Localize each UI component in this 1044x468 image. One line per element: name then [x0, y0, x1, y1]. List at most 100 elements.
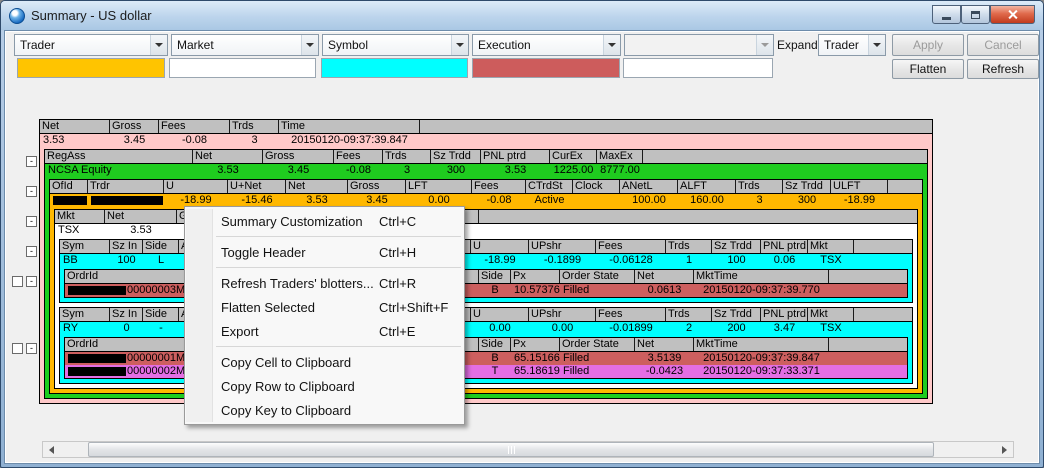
column-header[interactable]: Trds	[666, 308, 712, 321]
column-header[interactable]: Fees	[596, 308, 666, 321]
menu-item[interactable]: Copy Row to Clipboard	[186, 374, 463, 398]
column-header[interactable]: Net	[286, 180, 348, 193]
column-header[interactable]: OfId	[50, 180, 88, 193]
column-header[interactable]: LFT	[406, 180, 472, 193]
column-header[interactable]: Trdr	[88, 180, 164, 193]
column-header[interactable]: Trds	[736, 180, 783, 193]
column-header[interactable]: Px	[511, 270, 560, 283]
column-header[interactable]: Px	[511, 338, 560, 351]
column-header[interactable]: Net	[635, 338, 694, 351]
column-header[interactable]: Sz Trdd	[712, 240, 761, 253]
expander-symbol-ry[interactable]: -	[26, 343, 37, 354]
menu-item[interactable]: Refresh Traders' blotters...Ctrl+R	[186, 271, 463, 295]
cell[interactable]: Filled	[560, 365, 635, 378]
checkbox-symbol-bb[interactable]	[12, 276, 23, 287]
column-header[interactable]: Sym	[60, 240, 110, 253]
column-header[interactable]: Net	[105, 210, 177, 223]
execution-filter-field[interactable]	[472, 58, 620, 78]
cancel-button[interactable]: Cancel	[967, 34, 1039, 56]
cell[interactable]	[50, 194, 88, 207]
cell[interactable]: 0.0613	[635, 284, 694, 297]
cell[interactable]: 65.151669	[511, 352, 560, 365]
symbol-filter-field[interactable]	[321, 58, 468, 78]
column-header[interactable]: Fees	[334, 150, 383, 163]
cell[interactable]: 8777.00	[597, 164, 643, 177]
cell[interactable]: 100	[712, 254, 761, 267]
column-header[interactable]: Trds	[666, 240, 712, 253]
trader-filter-dropdown[interactable]: Trader	[14, 34, 168, 56]
cell[interactable]: 0.00	[471, 322, 529, 335]
cell[interactable]: 0	[110, 322, 143, 335]
expander-summary-row[interactable]: -	[26, 156, 37, 167]
column-header[interactable]: U	[471, 240, 529, 253]
column-header[interactable]: Side	[143, 240, 179, 253]
scroll-right-button[interactable]	[996, 442, 1013, 457]
cell[interactable]: L	[143, 254, 179, 267]
column-header[interactable]: Side	[143, 308, 179, 321]
cell[interactable]: 3.53	[481, 164, 550, 177]
cell[interactable]: 0.00	[529, 322, 596, 335]
cell[interactable]: 1	[666, 254, 712, 267]
cell[interactable]: -0.1899	[529, 254, 596, 267]
cell[interactable]: 20150120-09:37:33.371	[694, 365, 829, 378]
cell[interactable]: 3	[736, 194, 783, 207]
expander-trader-row[interactable]: -	[26, 216, 37, 227]
column-header[interactable]: PNL ptrd	[481, 150, 550, 163]
column-header[interactable]: Trds	[383, 150, 431, 163]
column-header[interactable]: Net	[193, 150, 263, 163]
cell[interactable]: -0.08	[159, 134, 230, 147]
column-header[interactable]: ULFT	[831, 180, 888, 193]
column-header[interactable]: UPshr	[529, 308, 596, 321]
column-header[interactable]: Fees	[159, 120, 230, 133]
cell[interactable]: Active	[526, 194, 573, 207]
data-row[interactable]: 3.533.45-0.08320150120-09:37:39.847	[40, 134, 932, 147]
menu-item[interactable]: Copy Key to Clipboard	[186, 398, 463, 422]
column-header[interactable]: CTrdSt	[526, 180, 573, 193]
column-header[interactable]: Mkt	[808, 308, 854, 321]
close-button[interactable]	[990, 5, 1035, 24]
cell[interactable]: 300	[431, 164, 481, 177]
cell[interactable]: T	[479, 365, 511, 378]
cell[interactable]: 20150120-09:37:39.847	[694, 352, 829, 365]
cell[interactable]: Filled	[560, 284, 635, 297]
checkbox-symbol-ry[interactable]	[12, 343, 23, 354]
column-header[interactable]: Time	[279, 120, 420, 133]
menu-item[interactable]: ExportCtrl+E	[186, 319, 463, 343]
cell[interactable]: -18.99	[831, 194, 888, 207]
cell[interactable]	[573, 194, 620, 207]
cell[interactable]: 20150120-09:37:39.847	[279, 134, 420, 147]
empty-filter-field[interactable]	[623, 58, 773, 78]
flatten-button[interactable]: Flatten	[892, 59, 964, 79]
column-header[interactable]: Net	[40, 120, 110, 133]
cell[interactable]: 100.00	[620, 194, 678, 207]
cell[interactable]: 20150120-09:37:39.770	[694, 284, 829, 297]
cell[interactable]: 3.53	[40, 134, 110, 147]
cell[interactable]: 300	[783, 194, 831, 207]
expand-dropdown[interactable]: Trader	[818, 34, 886, 56]
cell[interactable]: 3.53	[193, 164, 263, 177]
column-header[interactable]: Mkt	[55, 210, 105, 223]
column-header[interactable]: Gross	[110, 120, 159, 133]
column-header[interactable]: Sz Trdd	[783, 180, 831, 193]
cell[interactable]: -0.0423	[635, 365, 694, 378]
column-header[interactable]: Fees	[472, 180, 526, 193]
cell[interactable]: TSX	[808, 322, 854, 335]
cell[interactable]: BB	[60, 254, 110, 267]
column-header[interactable]: U+Net	[228, 180, 286, 193]
cell[interactable]: -0.08	[472, 194, 526, 207]
execution-filter-dropdown[interactable]: Execution	[472, 34, 621, 56]
expander-symbol-bb[interactable]: -	[26, 276, 37, 287]
column-header[interactable]: MktTime	[694, 338, 829, 351]
column-header[interactable]: U	[164, 180, 228, 193]
column-header[interactable]: RegAss	[45, 150, 193, 163]
cell[interactable]: TSX	[808, 254, 854, 267]
cell[interactable]: -0.08	[334, 164, 383, 177]
column-header[interactable]: Order State	[560, 338, 635, 351]
menu-item[interactable]: Summary CustomizationCtrl+C	[186, 209, 463, 233]
column-header[interactable]: Sz In	[110, 240, 143, 253]
cell[interactable]: 3.5139	[635, 352, 694, 365]
column-header[interactable]: Sz In	[110, 308, 143, 321]
cell[interactable]: -18.99	[471, 254, 529, 267]
trader-filter-field[interactable]	[17, 58, 165, 78]
column-header[interactable]: UPshr	[529, 240, 596, 253]
